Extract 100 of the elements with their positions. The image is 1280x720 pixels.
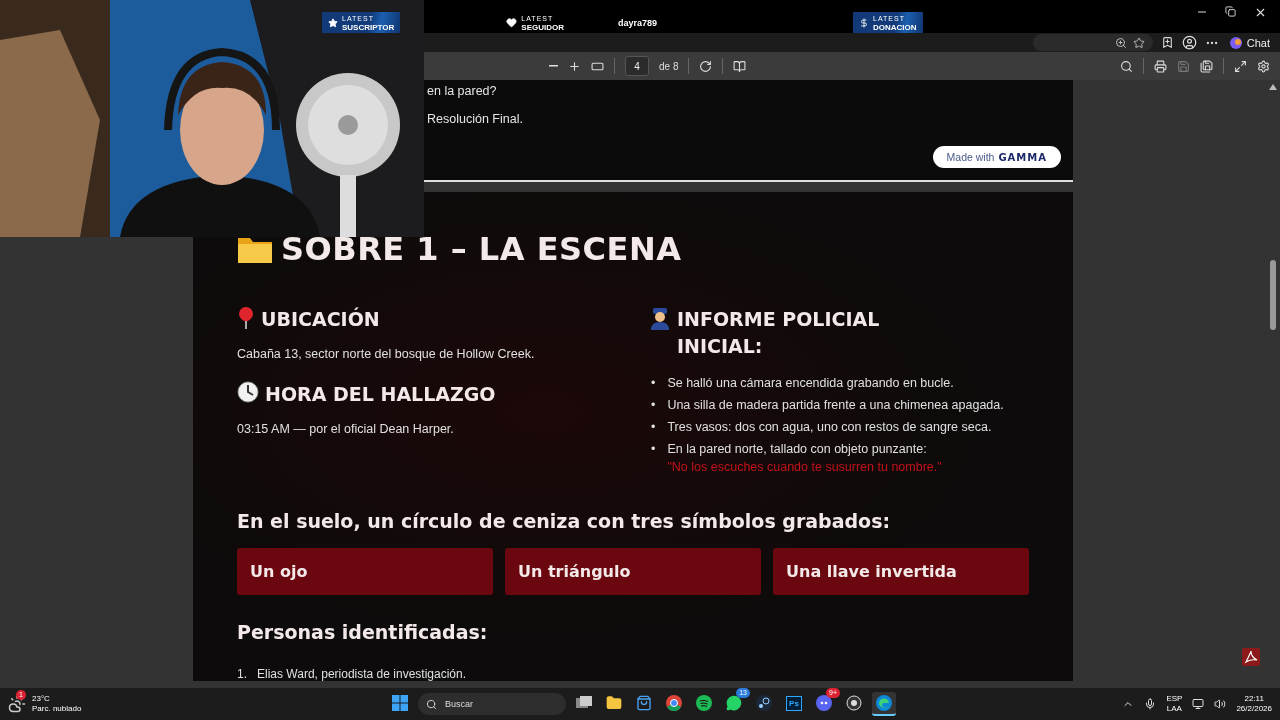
microphone-icon[interactable] (1144, 698, 1157, 710)
discord-icon (816, 695, 832, 711)
pin-icon (237, 306, 255, 330)
weather-condition: Parc. nublado (32, 704, 82, 714)
quote-text: "No los escuches cuando te susurren tu nombre." (667, 460, 942, 474)
restore-button[interactable] (1225, 6, 1239, 20)
save-button[interactable] (1177, 59, 1190, 73)
list-number: 1. (237, 667, 247, 681)
search-icon (1120, 59, 1133, 73)
favorites-button[interactable] (1160, 36, 1174, 49)
bookmark-icon (1160, 36, 1174, 49)
fullscreen-button[interactable] (1234, 59, 1247, 73)
clock-icon (237, 381, 259, 403)
plus-icon (568, 59, 581, 73)
keyboard-layout-text[interactable]: LAA (1166, 704, 1182, 714)
clock-time[interactable]: 22:11 (1244, 694, 1264, 704)
copilot-icon (1228, 35, 1243, 50)
search-icon (426, 698, 437, 710)
symbol-card: Un ojo (237, 548, 493, 595)
bullet-marker: • (651, 398, 656, 412)
symbol-card: Un triángulo (505, 548, 761, 595)
steam-icon (756, 695, 772, 711)
task-view-icon (576, 696, 592, 710)
scrollbar-thumb[interactable] (1270, 260, 1276, 330)
settings-icon (1257, 59, 1270, 73)
chat-button[interactable]: Chat (1226, 35, 1272, 50)
pdf-icon (1242, 648, 1260, 666)
brand-logo: GAMMA (998, 151, 1047, 163)
windows-logo-icon (392, 695, 408, 711)
bullet-marker: • (651, 420, 656, 434)
list-text: Elias Ward, periodista de investigación. (257, 667, 466, 681)
save-as-button[interactable] (1200, 59, 1213, 73)
save-as-icon (1200, 59, 1213, 73)
alert-title: SUSCRIPTOR (342, 22, 395, 32)
heart-icon (506, 17, 518, 28)
bullet-text: Una silla de madera partida frente a una chimenea apagada. (667, 398, 1004, 412)
minus-icon (549, 65, 558, 67)
book-icon (733, 59, 747, 73)
monitor-icon[interactable] (1192, 698, 1205, 710)
rotate-icon (699, 59, 713, 73)
record-icon (846, 695, 862, 711)
expand-icon (1234, 59, 1247, 73)
clock-date[interactable]: 26/2/2026 (1236, 704, 1272, 714)
page-title: SOBRE 1 – LA ESCENA (281, 230, 682, 268)
user-icon (1181, 35, 1197, 50)
chat-bubble-icon (726, 695, 742, 711)
volume-icon[interactable] (1214, 698, 1227, 710)
settings-button[interactable] (1257, 59, 1270, 73)
badge-text: Made with (946, 151, 995, 163)
symbol-card: Una llave invertida (773, 548, 1029, 595)
restore-icon (1225, 6, 1236, 17)
weather-icon[interactable] (8, 695, 26, 713)
address-bar[interactable] (1032, 34, 1153, 51)
made-with-badge[interactable]: Made with GAMMA (932, 146, 1061, 168)
page-count: de 8 (659, 60, 679, 72)
dollar-icon (859, 17, 870, 28)
page-number-field[interactable]: 4 (625, 56, 649, 76)
bullet-marker: • (651, 376, 656, 390)
taskbar-app[interactable] (872, 692, 896, 716)
alert-name: dayra789 (618, 17, 658, 28)
bullet-text: Se halló una cámara encendida grabando en bucle. (667, 376, 954, 390)
profile-button[interactable] (1181, 35, 1197, 50)
zoom-in-button[interactable] (568, 59, 581, 73)
search-bar[interactable]: Buscar (418, 693, 566, 715)
alert-title: SEGUIDOR (521, 22, 564, 32)
chrome-icon (666, 695, 682, 711)
rotate-button[interactable] (699, 59, 713, 73)
alert-title: DONACION (873, 22, 917, 32)
bullet-text: Tres vasos: dos con agua, uno con restos de sangre seca. (667, 420, 992, 434)
section-heading: Personas identificadas: (237, 621, 489, 643)
zoom-icon (1114, 36, 1127, 49)
section-heading: En el suelo, un círculo de ceniza con tres símbolos grabados: (237, 510, 892, 532)
page-text: Resolución Final. (427, 112, 524, 126)
section-heading: UBICACIÓN (261, 306, 380, 332)
temperature: 23°C (32, 694, 51, 704)
scroll-up-arrow-icon[interactable] (1269, 84, 1277, 90)
bullet-marker: • (651, 442, 656, 458)
section-heading: HORA DEL HALLAZGO (265, 382, 496, 407)
page-view-button[interactable] (733, 59, 747, 73)
star-icon (328, 17, 338, 28)
section-heading: INFORME POLICIAL INICIAL: (677, 307, 881, 359)
search-field[interactable]: Buscar (443, 698, 533, 710)
save-icon (1177, 59, 1190, 73)
close-icon (1254, 6, 1267, 19)
bag-icon (636, 695, 652, 711)
search-button[interactable] (1120, 59, 1133, 73)
photoshop-icon: Ps (786, 695, 802, 711)
taskbar-app[interactable]: Ps (782, 692, 806, 716)
officer-figure-icon (649, 306, 671, 330)
folder-icon (606, 695, 622, 711)
star-icon (1132, 36, 1145, 49)
edge-icon (876, 695, 892, 711)
spotify-icon (696, 695, 712, 711)
bullet-text: En la pared norte, tallado con objeto punzante: (667, 442, 928, 456)
section-text: Cabaña 13, sector norte del bosque de Hollow Creek. (237, 347, 536, 361)
page-text: en la pared? (427, 84, 498, 98)
printer-icon (1154, 59, 1167, 73)
print-button[interactable] (1154, 59, 1167, 73)
language-text[interactable]: ESP (1166, 694, 1183, 704)
section-text: 03:15 AM — por el oficial Dean Harper. (237, 422, 455, 436)
